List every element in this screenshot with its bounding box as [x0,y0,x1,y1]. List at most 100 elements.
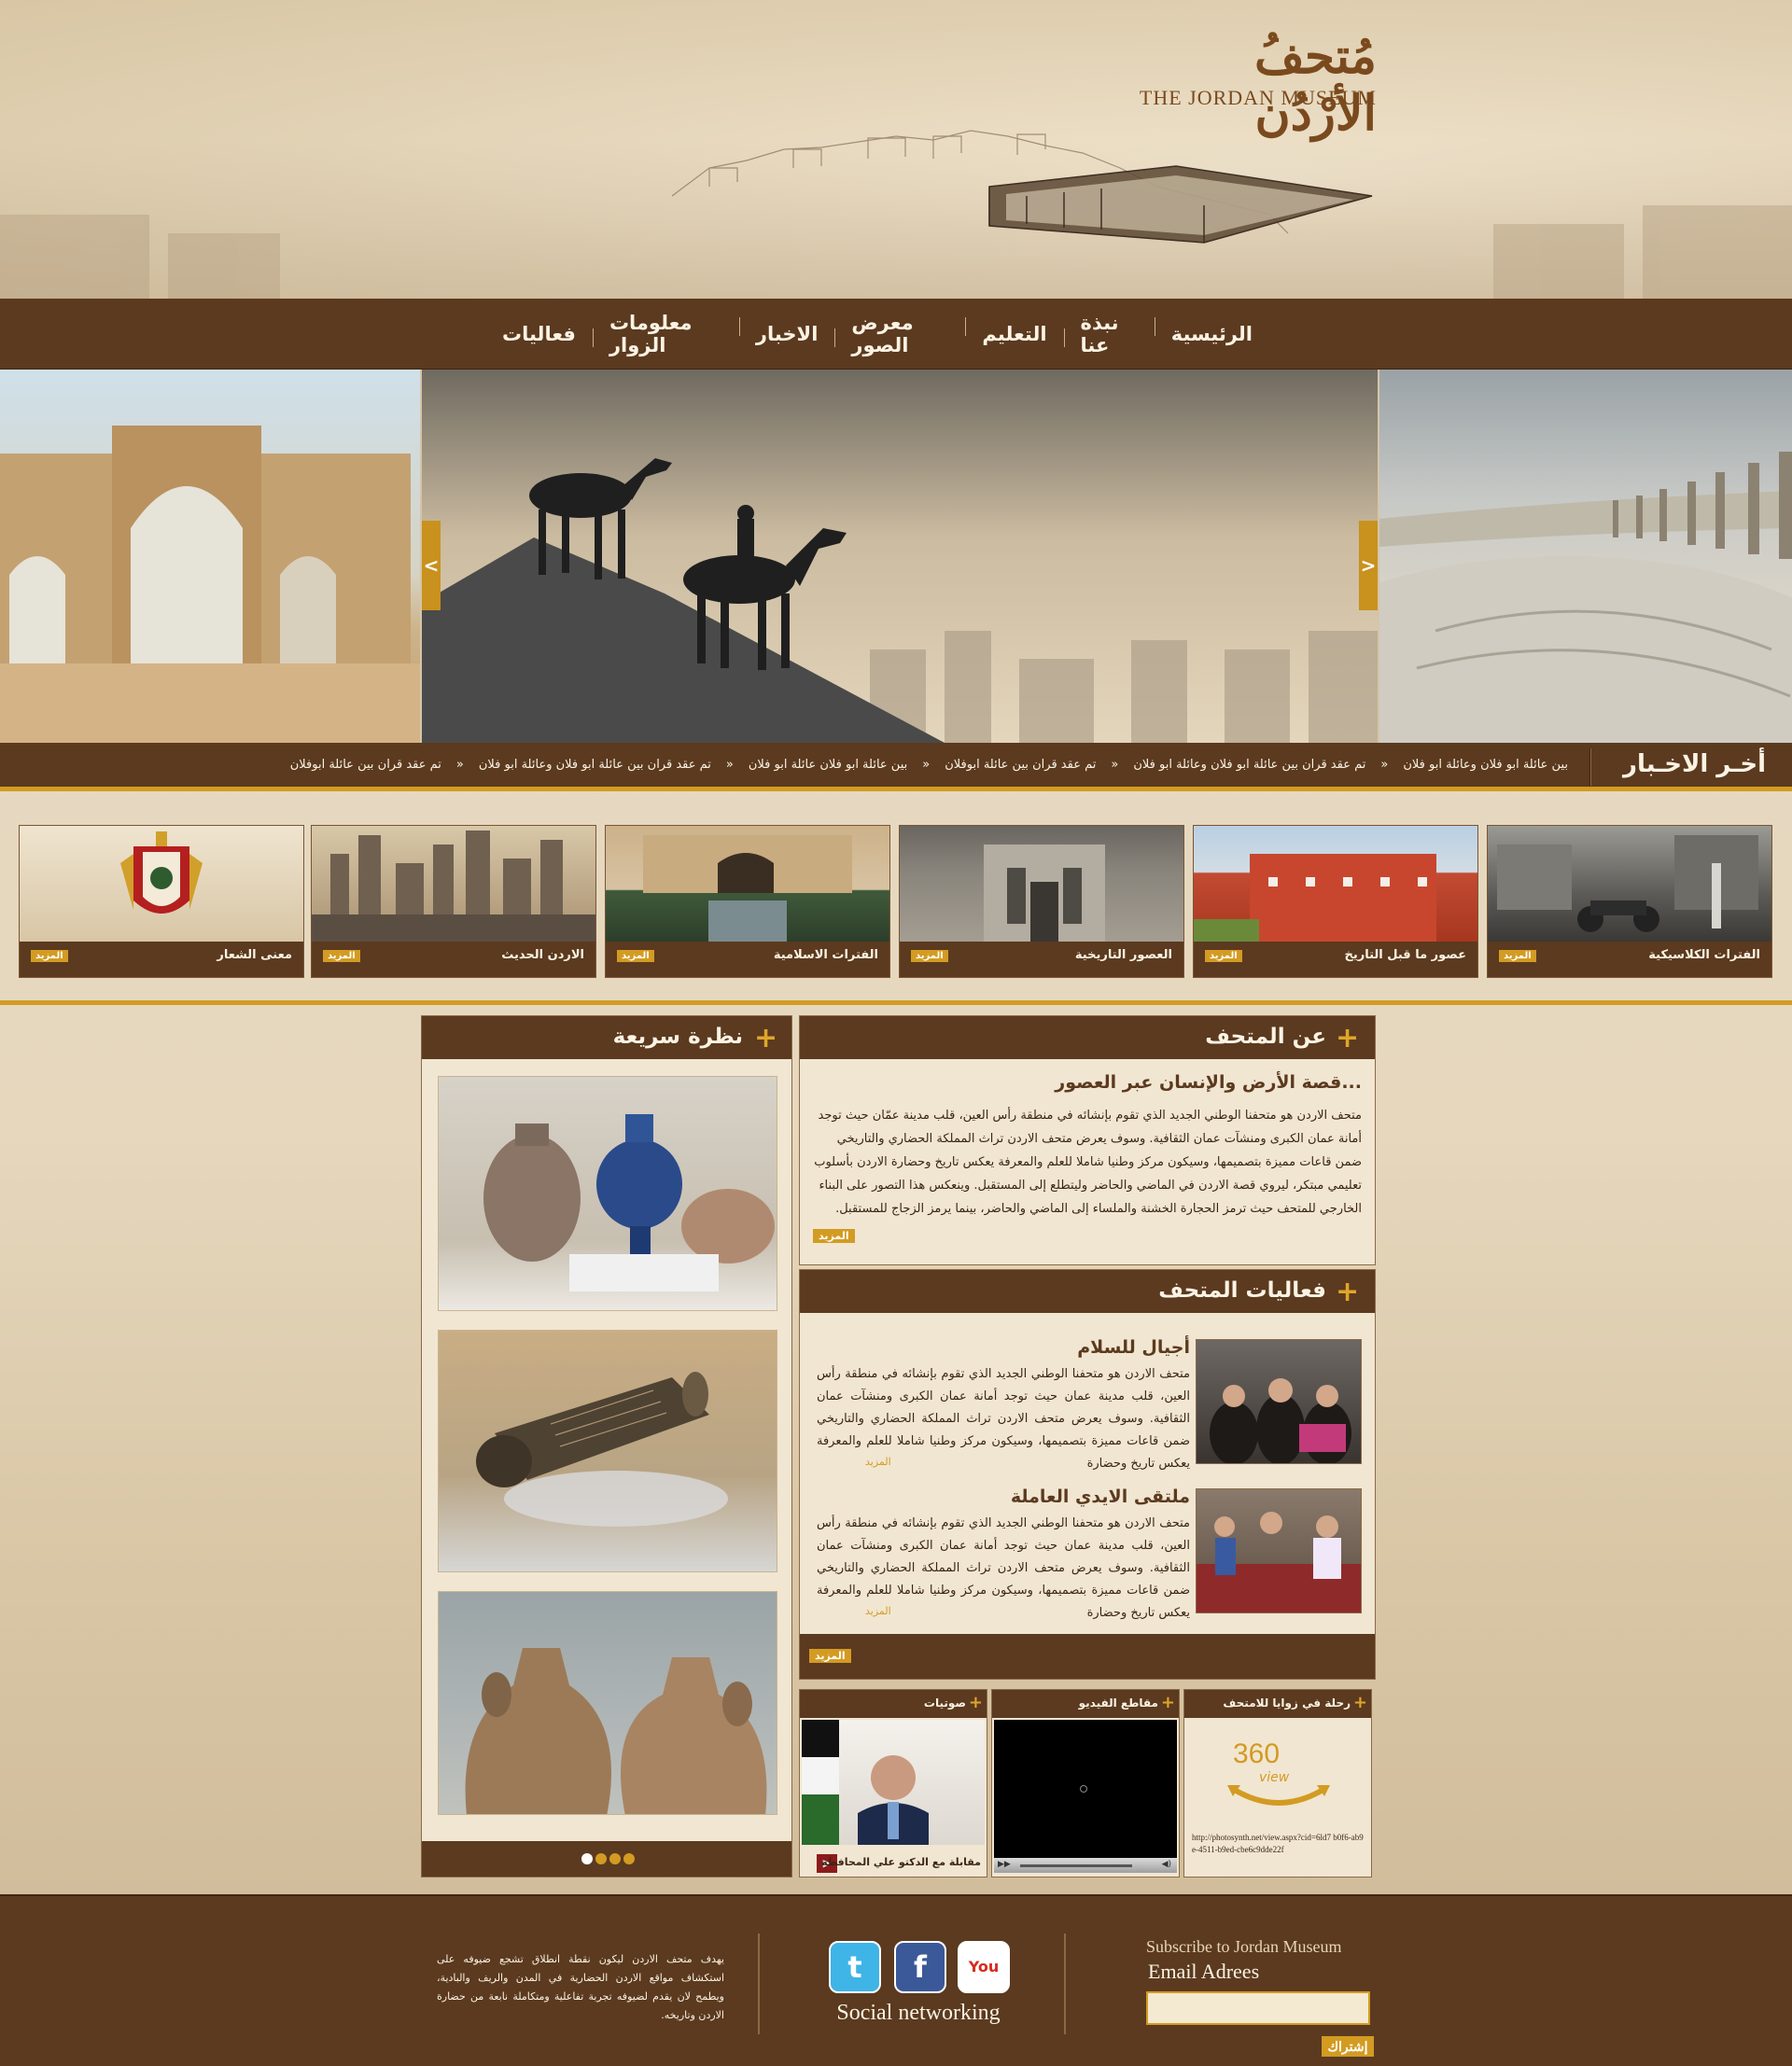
about-header: + عن المتحف [800,1016,1375,1059]
news-item[interactable]: تم عقد قران بين عائلة ابوفلان [945,758,1096,772]
news-item[interactable]: بين عائلة ابو فلان وعائلة ابو فلان [1403,758,1568,772]
slide-camels-image[interactable]: < > [422,370,1378,743]
category-more-button[interactable]: المزيد [1205,950,1242,962]
video-controls-bar[interactable]: ▶▶ ◀) [994,1858,1177,1873]
video-player[interactable] [994,1720,1177,1858]
category-more-button[interactable]: المزيد [31,950,68,962]
nav-item-events[interactable]: فعاليات [485,323,594,347]
about-museum-panel: + عن المتحف قصة الأرض والإنسان عبر العصو… [799,1015,1376,1265]
event-image-generations[interactable] [1196,1339,1362,1464]
news-item[interactable]: تم عقد قران بين عائلة ابو فلان وعائلة اب… [1133,758,1365,772]
artifact-image-vessels[interactable] [438,1076,777,1311]
news-ticker: أخـر الاخـبار بين عائلة ابو فلان وعائلة … [0,743,1792,791]
video-header: + مقاطع الفيديو [992,1690,1179,1718]
section-divider [0,1000,1792,1005]
category-thumbnail [900,826,1183,942]
audio-header: + صوتيات [800,1690,987,1718]
nav-item-home[interactable]: الرئيسية [1155,323,1269,345]
hero-slider: < > [0,370,1792,743]
category-label: الفترات الكلاسيكية [1648,948,1760,962]
category-card-classical[interactable]: الفترات الكلاسيكية المزيد [1487,825,1772,978]
category-more-button[interactable]: المزيد [911,950,948,962]
category-more-button[interactable]: المزيد [1499,950,1536,962]
nav-item-visitor-info[interactable]: معلومات الزوار [593,312,740,356]
youtube-icon[interactable]: You [958,1941,1010,1993]
event-more-link[interactable]: المزيد [865,1605,891,1617]
slide-arch-image[interactable] [0,370,420,743]
subscribe-title: Subscribe to Jordan Museum [1146,1937,1342,1956]
category-card-modern[interactable]: الاردن الحديث المزيد [311,825,596,978]
volume-icon[interactable]: ◀) [1162,1860,1171,1869]
audio-interview-image[interactable] [802,1720,985,1845]
tour-url-link[interactable]: http://photosynth.net/view.aspx?cid=6ld7… [1192,1832,1365,1856]
logo-english[interactable]: THE JORDAN MUSEUM [1115,86,1377,110]
nav-item-about[interactable]: نبذة عنا [1064,312,1155,356]
plus-icon: + [968,1693,983,1712]
category-more-button[interactable]: المزيد [617,950,654,962]
email-input[interactable] [1146,1991,1370,2025]
category-card-islamic[interactable]: الفترات الاسلامية المزيد [605,825,890,978]
tour-title: رحلة في زوايا للامتحف [1223,1696,1351,1710]
category-more-button[interactable]: المزيد [323,950,360,962]
plus-icon: + [754,1022,778,1054]
slider-next-button[interactable]: > [1359,521,1378,610]
social-networking-label: Social networking [836,2001,1001,2025]
news-item[interactable]: بين عائلة ابو فلان عائلة ابو فلان [749,758,907,772]
category-card-prehistoric[interactable]: عصور ما قبل التاريخ المزيد [1193,825,1478,978]
events-title: فعاليات المتحف [1158,1278,1326,1303]
news-item[interactable]: تم عقد قران بين عائلة ابوفلان [290,758,441,772]
category-label: الاردن الحديث [501,948,584,962]
artifact-image-inscribed-bottle[interactable] [438,1330,777,1572]
tour-header: + رحلة في زوايا للامتحف [1184,1690,1371,1718]
twitter-icon[interactable]: t [829,1941,881,1993]
plus-icon: + [1160,1693,1175,1712]
nav-item-education[interactable]: التعليم [965,323,1065,347]
coat-of-arms-icon [120,831,203,914]
site-footer: يهدف متحف الاردن ليكون نقطة انطلاق تشجع … [0,1894,1792,2066]
about-subtitle: قصة الأرض والإنسان عبر العصور... [1055,1072,1362,1093]
nav-item-news[interactable]: الاخبار [739,323,835,347]
event-title[interactable]: أجيال للسلام [1077,1337,1190,1358]
category-label: العصور التاريخية [1074,948,1172,962]
facebook-icon[interactable]: f [894,1941,946,1993]
footer-divider [1064,1933,1066,2034]
event-image-workforce[interactable] [1196,1488,1362,1613]
news-separator-icon: » [922,758,931,772]
category-card-historical[interactable]: العصور التاريخية المزيد [899,825,1184,978]
plus-icon: + [1336,1276,1360,1308]
video-play-icon[interactable]: ▶▶ [998,1860,1011,1869]
city-sketch-illustration [0,130,1792,299]
event-title[interactable]: ملتقى الايدي العاملة [1011,1487,1190,1507]
audio-caption[interactable]: مقابلة مع الدكتو علي المحافظة [821,1856,981,1868]
site-header: مُتحفُ الأرْدُن THE JORDAN MUSEUM [0,0,1792,299]
pager-dot[interactable] [581,1853,593,1864]
pager-dot[interactable] [623,1853,635,1864]
about-more-button[interactable]: المزيد [813,1229,855,1243]
video-seek-bar[interactable] [1020,1864,1132,1867]
slide-colonnade-image[interactable] [1379,370,1792,743]
museum-events-panel: + فعاليات المتحف أجيال للسلام متحف الارد… [799,1269,1376,1680]
news-ticker-title: أخـر الاخـبار [1622,750,1766,778]
audio-title: صوتيات [923,1696,966,1710]
category-thumbnail [20,826,303,942]
audio-panel: + صوتيات ▶ مقابلة مع الدكتو علي المحافظة [799,1689,987,1878]
subscribe-button[interactable]: إشتراك [1322,2036,1374,2057]
logo-arabic[interactable]: مُتحفُ الأرْدُن [1134,28,1377,142]
event-more-link[interactable]: المزيد [865,1456,891,1468]
quick-look-title: نظرة سريعة [612,1025,743,1049]
events-more-button[interactable]: المزيد [809,1649,851,1663]
pager-dot[interactable] [595,1853,607,1864]
news-item[interactable]: تم عقد قران بين عائلة ابو فلان وعائلة اب… [479,758,711,772]
nav-item-gallery[interactable]: معرض الصور [834,312,967,356]
360-view-number[interactable]: 360 [1233,1738,1280,1770]
category-thumbnail [1488,826,1771,942]
about-title: عن المتحف [1205,1025,1326,1049]
main-navigation: الرئيسية نبذة عنا التعليم معرض الصور الا… [0,299,1792,370]
category-card-emblem[interactable]: معنى الشعار المزيد [19,825,304,978]
pager-dot[interactable] [609,1853,621,1864]
news-separator-icon: » [1380,758,1389,772]
artifact-image-jugs[interactable] [438,1591,777,1815]
slider-prev-button[interactable]: < [422,521,441,610]
video-panel: + مقاطع الفيديو ▶▶ ◀) [991,1689,1180,1878]
loading-spinner-icon [1080,1785,1087,1793]
